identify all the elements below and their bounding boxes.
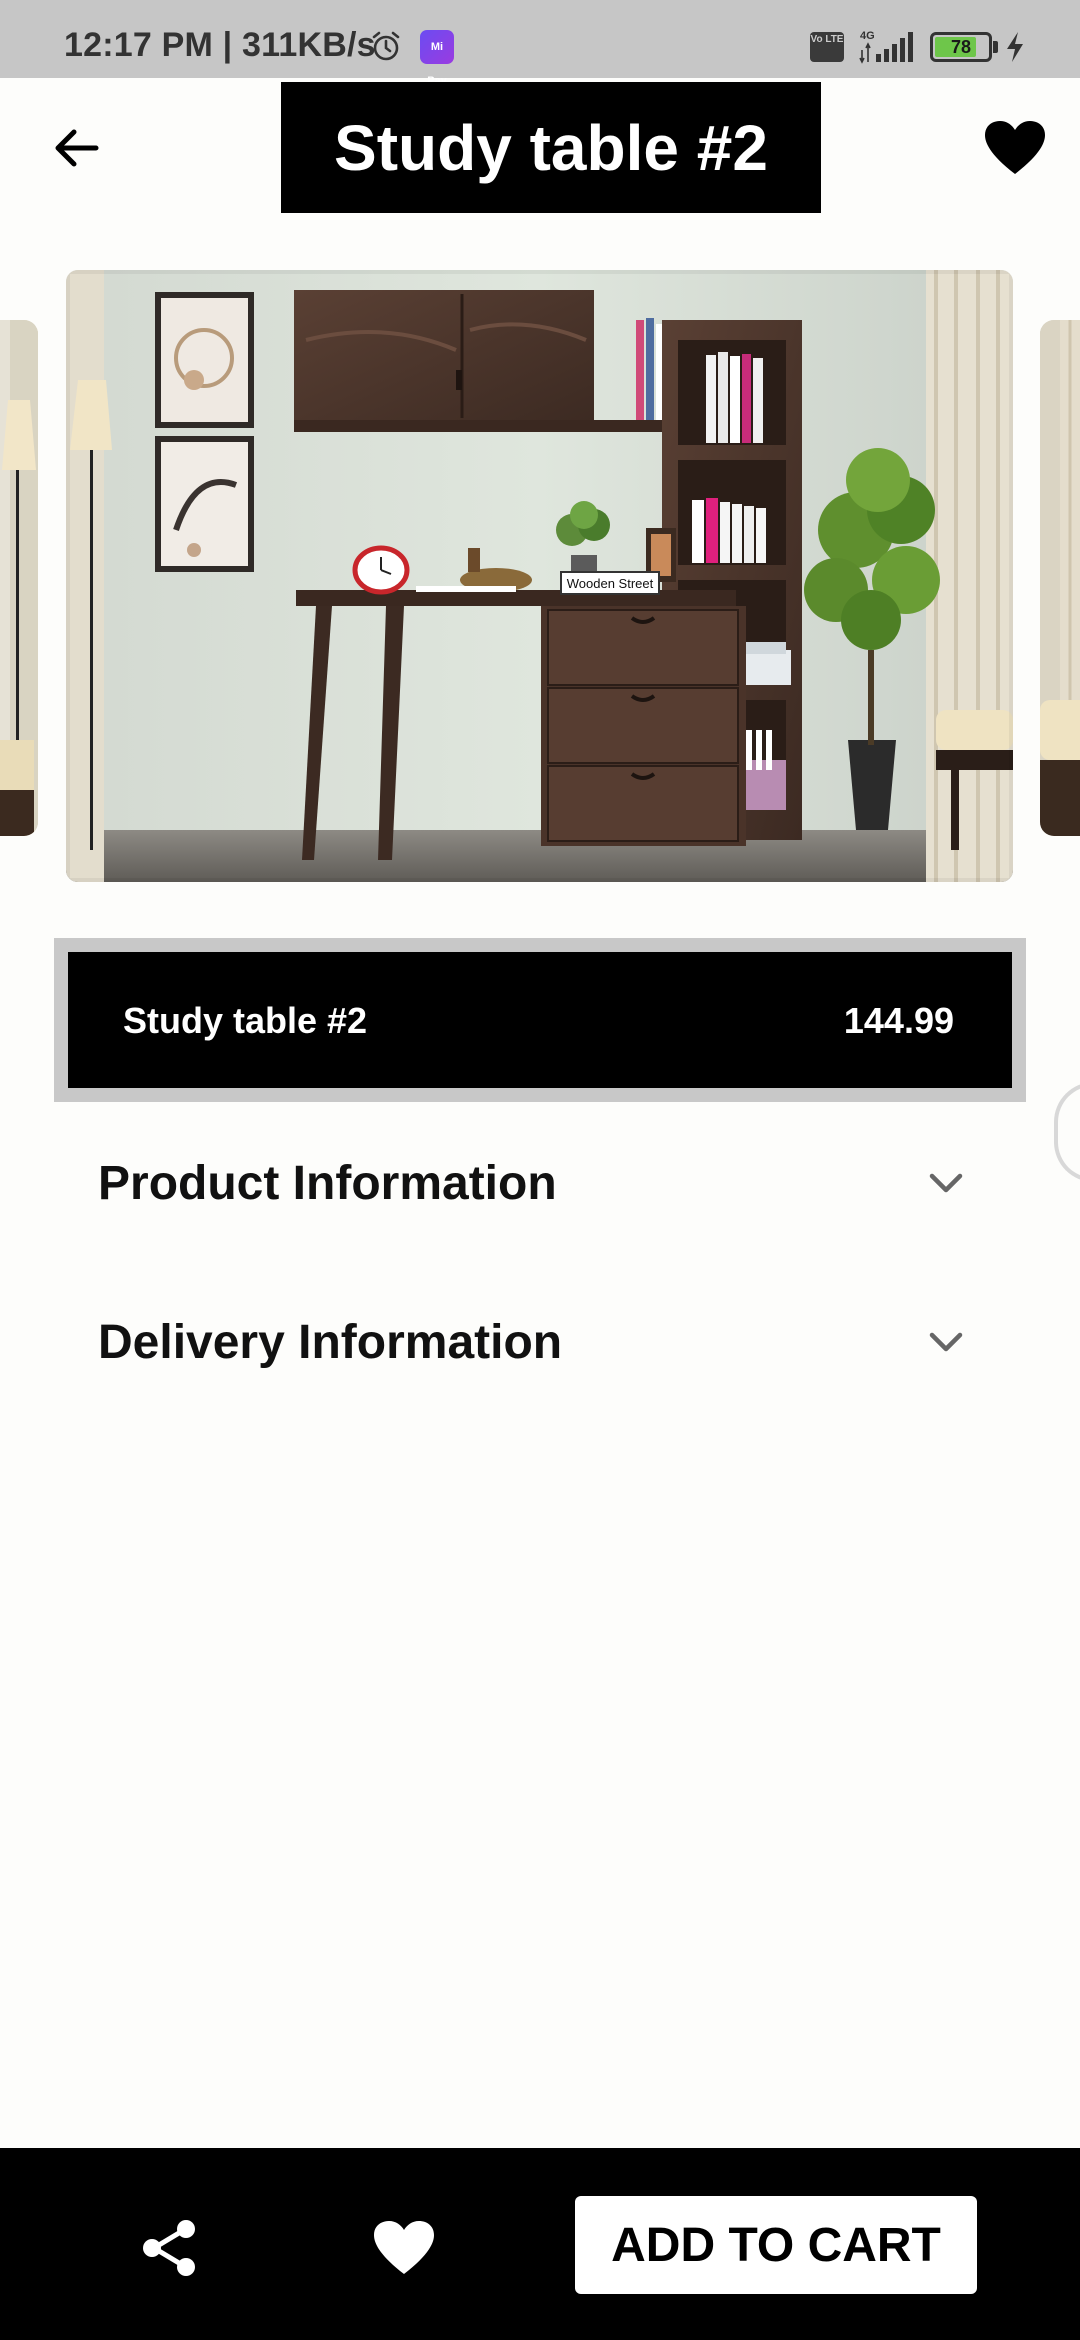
accordion-title: Delivery Information [98, 1315, 563, 1369]
next-image-peek[interactable] [1040, 320, 1080, 836]
heart-icon [985, 121, 1045, 174]
status-time: 12:17 PM | 311KB/s [64, 26, 376, 64]
battery-level: 78 [950, 37, 972, 57]
delivery-information-accordion[interactable]: Delivery Information [98, 1297, 978, 1387]
signal-icon: 4G [859, 30, 913, 64]
product-image[interactable]: Wooden Street [66, 270, 1013, 882]
page-title: Study table #2 [281, 82, 821, 213]
bottom-action-bar: ADD TO CART [0, 2148, 1080, 2340]
chevron-down-icon [929, 1332, 963, 1352]
arrow-left-icon [55, 129, 99, 167]
product-image-carousel[interactable]: Wooden Street [0, 270, 1080, 886]
alarm-icon [372, 31, 400, 61]
product-price: 144.99 [843, 1000, 954, 1041]
heart-icon [374, 2221, 434, 2274]
battery-icon: 78 [930, 32, 992, 62]
add-to-cart-button[interactable]: ADD TO CART [575, 2196, 977, 2294]
product-summary: Study table #2 144.99 [54, 938, 1026, 1102]
share-icon [143, 2220, 195, 2276]
battery-tip [993, 41, 998, 53]
favorite-bottom-button[interactable] [364, 2208, 444, 2288]
volte-icon: Vo LTE [810, 32, 844, 62]
accordion-title: Product Information [98, 1156, 557, 1210]
previous-image-graphic [0, 320, 38, 836]
product-summary-bar: Study table #2 144.99 [68, 952, 1012, 1088]
previous-image-peek[interactable] [0, 320, 38, 836]
product-information-accordion[interactable]: Product Information [98, 1138, 978, 1228]
product-tag: Wooden Street [567, 576, 654, 591]
network-type-label: 4G [860, 30, 875, 42]
favorite-button[interactable] [976, 112, 1054, 184]
study-table-photo: Wooden Street [66, 270, 1013, 882]
product-name: Study table #2 [123, 1000, 368, 1041]
mipay-icon: Mi Pay [420, 30, 454, 87]
share-button[interactable] [130, 2208, 210, 2288]
next-image-graphic [1040, 320, 1080, 836]
back-button[interactable] [40, 112, 112, 184]
charging-icon [1007, 32, 1023, 62]
chevron-down-icon [929, 1173, 963, 1193]
edge-handle[interactable] [1054, 1082, 1080, 1182]
status-bar: 12:17 PM | 311KB/s Mi Pay Vo LTE 4G 78 [0, 0, 1080, 87]
